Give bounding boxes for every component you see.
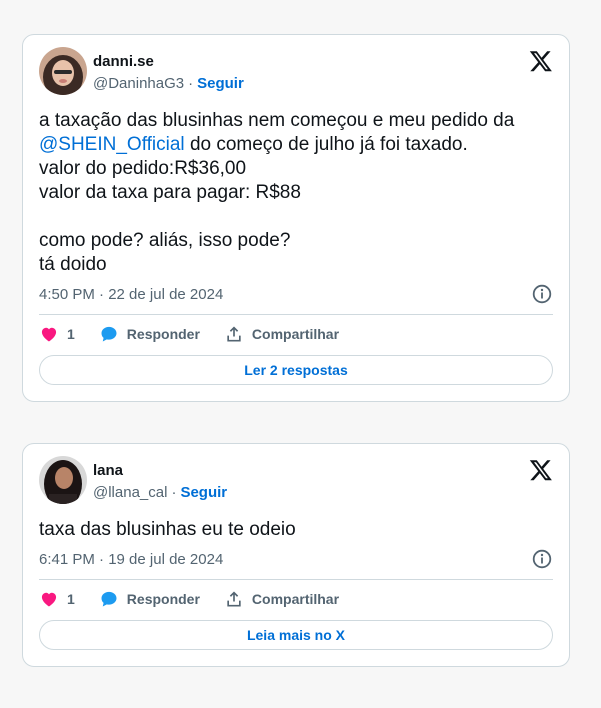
share-label: Compartilhar — [251, 326, 340, 342]
heart-icon — [41, 327, 57, 342]
tweet-text-line: taxa das blusinhas eu te odeio — [39, 519, 296, 540]
share-label: Compartilhar — [251, 591, 340, 607]
action-bar: 1 Responder Compartilhar — [39, 322, 553, 346]
tweet-text: taxa das blusinhas eu te odeio — [39, 518, 553, 542]
tweet-text-line: @SHEIN_Official do começo de julho já fo… — [39, 133, 553, 157]
like-button[interactable]: 1 — [39, 324, 75, 344]
share-button[interactable]: Compartilhar — [224, 324, 339, 344]
divider — [39, 579, 553, 580]
reply-button[interactable]: Responder — [99, 324, 200, 344]
like-button[interactable]: 1 — [39, 589, 75, 609]
info-icon[interactable] — [532, 284, 552, 304]
share-icon — [227, 591, 241, 607]
reply-button[interactable]: Responder — [99, 589, 200, 609]
mention-link[interactable]: @SHEIN_Official — [39, 134, 185, 155]
reply-bubble-icon — [101, 326, 117, 342]
tweet-text-fragment: do começo de julho já foi taxado. — [189, 134, 468, 155]
action-bar: 1 Responder Compartilhar — [39, 587, 553, 611]
separator-dot: · — [188, 75, 194, 92]
avatar[interactable] — [39, 456, 87, 504]
author-handle-line: @DaninhaG3 · Seguir — [93, 75, 244, 92]
tweet-card: lana @llana_cal · Seguir taxa das blusinha… — [22, 443, 570, 667]
tweet-text-line: como pode? aliás, isso pode? — [39, 230, 291, 251]
timestamp[interactable]: 6:41 PM · 19 de jul de 2024 — [39, 551, 223, 568]
follow-button[interactable]: Seguir — [197, 75, 244, 92]
author-name[interactable]: lana — [93, 462, 123, 479]
reply-label: Responder — [126, 326, 200, 342]
tweet-card: danni.se @DaninhaG3 · Seguir a taxação das… — [22, 34, 570, 402]
follow-button[interactable]: Seguir — [180, 484, 227, 501]
reply-label: Responder — [126, 591, 200, 607]
tweet-text-line: tá doido — [39, 254, 107, 275]
author-name[interactable]: danni.se — [93, 53, 154, 70]
timestamp[interactable]: 4:50 PM · 22 de jul de 2024 — [39, 286, 223, 303]
separator-dot: · — [171, 484, 177, 501]
reply-bubble-icon — [101, 591, 117, 607]
tweet-text-line: ​ — [39, 205, 553, 229]
divider — [39, 314, 553, 315]
author-handle[interactable]: @DaninhaG3 — [93, 75, 184, 92]
tweet-text: a taxação das blusinhas nem começou e me… — [39, 109, 553, 277]
author-handle[interactable]: @llana_cal — [93, 484, 167, 501]
like-count: 1 — [67, 591, 75, 607]
tweet-text-line: valor da taxa para pagar: R$88 — [39, 182, 301, 203]
share-button[interactable]: Compartilhar — [224, 589, 339, 609]
author-handle-line: @llana_cal · Seguir — [93, 484, 227, 501]
tweet-text-line: a taxação das blusinhas nem começou e me… — [39, 110, 515, 131]
info-icon[interactable] — [532, 549, 552, 569]
tweet-text-line: valor do pedido:R$36,00 — [39, 158, 247, 179]
heart-icon — [41, 592, 57, 607]
x-logo-icon[interactable] — [529, 458, 553, 482]
like-count: 1 — [67, 326, 75, 342]
avatar[interactable] — [39, 47, 87, 95]
read-more-button[interactable]: Leia mais no X — [39, 620, 553, 650]
x-logo-icon[interactable] — [529, 49, 553, 73]
share-icon — [227, 326, 241, 342]
read-replies-button[interactable]: Ler 2 respostas — [39, 355, 553, 385]
